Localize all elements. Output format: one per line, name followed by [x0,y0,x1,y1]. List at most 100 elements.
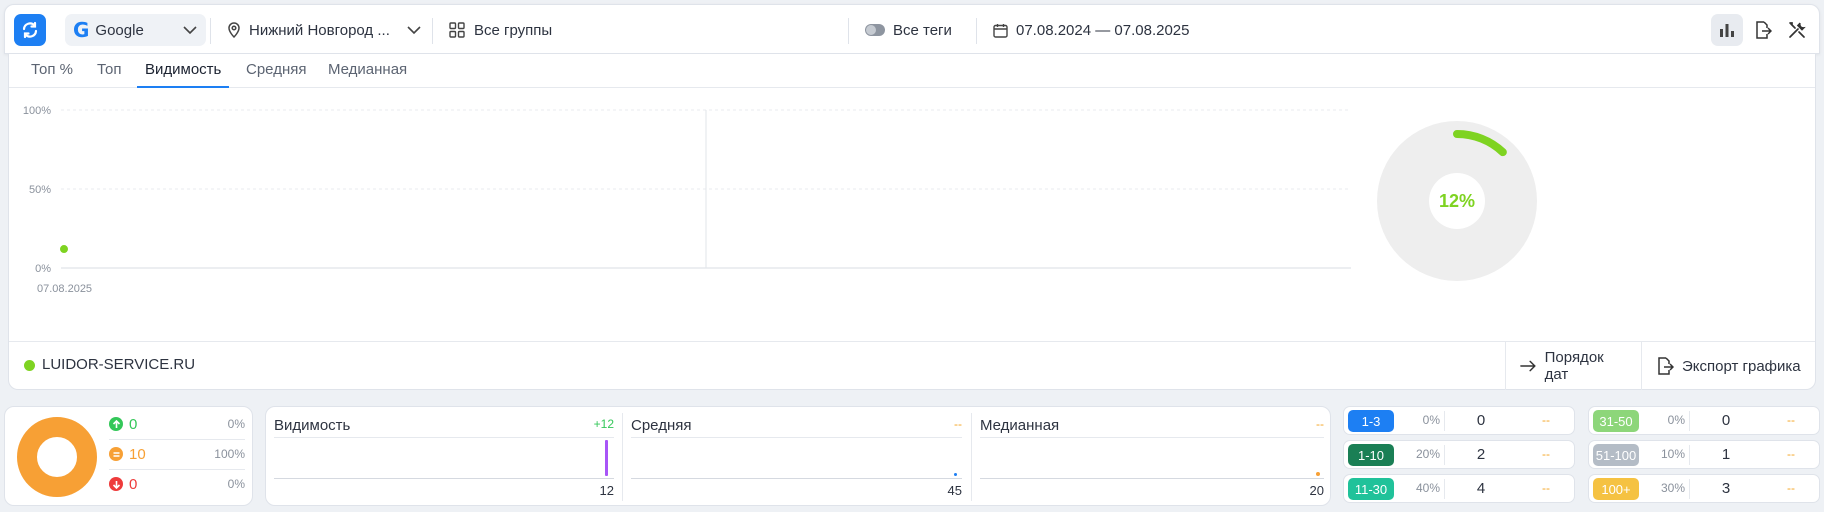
stat-row-same: 10 100% [109,440,245,468]
grid-icon [449,22,465,38]
range-pct: 40% [1415,481,1440,495]
range-pct: 30% [1660,481,1685,495]
legend-site-label[interactable]: LUIDOR-SERVICE.RU [42,356,195,373]
divider [631,437,962,438]
chart-area: 100% 50% 0% 07.08.2025 12% [9,89,1817,351]
groups-select[interactable]: Все группы [449,14,552,46]
divider [274,437,614,438]
metric-value: 12 [599,483,614,498]
stat-count-up: 0 [129,415,138,433]
range-row-1-3[interactable]: 1-3 0% 0 -- [1343,406,1575,435]
metric-value: 20 [1309,483,1324,498]
range-row-51-100[interactable]: 51-100 10% 1 -- [1588,440,1820,469]
region-select[interactable]: Нижний Новгород ... [227,14,422,46]
tags-select[interactable]: Все теги [865,14,952,46]
chart-card: Топ % Топ Видимость Средняя Медианная 10… [8,54,1816,390]
stat-pct-up: 0% [227,417,245,431]
range-delta: -- [1542,481,1550,495]
tab-top-percent[interactable]: Топ % [23,54,81,88]
tab-average[interactable]: Средняя [238,54,314,88]
range-count: 1 [1721,446,1731,463]
movement-donut [17,417,97,497]
groups-label: Все группы [474,21,553,39]
date-range-label: 07.08.2024 — 07.08.2025 [1016,21,1190,39]
chart-y-tick-label: 50% [29,184,51,196]
chart-data-point [60,245,68,254]
range-badge: 51-100 [1593,444,1639,466]
export-chart-label: Экспорт графика [1682,357,1801,375]
range-delta: -- [1787,413,1795,427]
tools-icon [1789,22,1806,38]
stat-count-same: 10 [129,445,146,463]
equals-icon [109,447,123,461]
engine-label: Google [95,21,144,39]
metric-baseline [631,478,962,479]
metric-average: Средняя -- 45 [623,407,970,507]
export-button[interactable] [1747,14,1779,46]
top-toolbar: G Google Нижний Новгород ... Все группы … [4,4,1820,54]
movement-summary-card: 0 0% 10 100% 0 0% [4,406,253,506]
range-pct: 10% [1660,447,1685,461]
location-pin-icon [228,22,240,38]
range-count: 3 [1721,480,1731,497]
chart-x-tick-label: 07.08.2025 [37,283,92,295]
metric-delta: -- [954,417,962,431]
legend-series-dot [24,360,35,371]
range-row-100-plus[interactable]: 100+ 30% 3 -- [1588,474,1820,503]
tab-top[interactable]: Топ [89,54,129,88]
metric-baseline [274,478,614,479]
visibility-chart: 100% 50% 0% 07.08.2025 12% [23,105,1537,295]
export-chart-button[interactable]: Экспорт графика [1641,342,1817,390]
range-pct: 0% [1667,413,1685,427]
chart-y-tick-label: 100% [23,105,51,117]
chevron-down-icon [407,26,421,35]
range-row-1-10[interactable]: 1-10 20% 2 -- [1343,440,1575,469]
metric-median: Медианная -- 20 [972,407,1332,507]
export-icon [1756,21,1772,39]
divider [980,437,1324,438]
toolbar-divider [432,18,433,44]
stat-count-down: 0 [129,475,138,493]
arrow-right-icon [1520,360,1536,372]
tab-median[interactable]: Медианная [320,54,415,88]
range-row-11-30[interactable]: 11-30 40% 4 -- [1343,474,1575,503]
range-delta: -- [1787,447,1795,461]
gauge-value-label: 12% [1439,191,1475,211]
settings-tools-button[interactable] [1781,14,1813,46]
tab-visibility[interactable]: Видимость [137,54,230,88]
stat-pct-down: 0% [227,477,245,491]
export-icon [1658,357,1674,375]
toolbar-divider [848,18,849,44]
range-count: 0 [1476,412,1486,429]
metric-visibility: Видимость +12 12 [266,407,622,507]
metric-title: Средняя [631,417,692,434]
date-order-button[interactable]: Порядок дат [1505,342,1625,390]
date-range-picker[interactable]: 07.08.2024 — 07.08.2025 [993,14,1189,46]
metric-value: 45 [947,483,962,498]
range-badge: 1-3 [1348,410,1394,432]
metric-tabs: Топ % Топ Видимость Средняя Медианная [9,54,1815,88]
metric-delta: -- [1316,417,1324,431]
region-label: Нижний Новгород ... [249,21,390,39]
metric-delta: +12 [593,417,614,431]
metric-baseline [980,478,1324,479]
range-delta: -- [1787,481,1795,495]
search-engine-select[interactable]: G Google [65,14,206,46]
range-badge: 100+ [1593,478,1639,500]
range-badge: 31-50 [1593,410,1639,432]
arrow-up-icon [109,417,123,431]
refresh-button[interactable] [14,14,46,46]
stat-row-down: 0 0% [109,470,245,498]
toolbar-divider [976,18,977,44]
date-order-label: Порядок дат [1544,349,1604,383]
range-row-31-50[interactable]: 31-50 0% 0 -- [1588,406,1820,435]
range-badge: 1-10 [1348,444,1394,466]
tags-label: Все теги [893,21,952,39]
metric-sparkline-dot [954,473,957,476]
chart-legend: LUIDOR-SERVICE.RU Порядок дат Экспорт гр… [9,341,1817,390]
stat-pct-same: 100% [214,447,245,461]
toolbar-divider [210,18,211,44]
stat-row-up: 0 0% [109,410,245,438]
calendar-icon [993,23,1008,38]
chart-view-button[interactable] [1711,14,1743,46]
